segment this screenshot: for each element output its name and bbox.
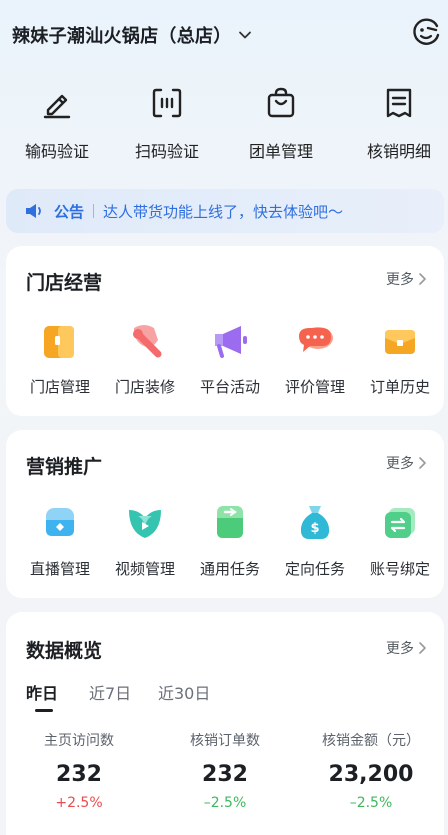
live-icon xyxy=(46,508,74,536)
chevron-right-icon xyxy=(419,273,426,285)
store-selector[interactable]: 辣妹子潮汕火锅店（总店） xyxy=(12,22,252,48)
money-bag-icon: $ xyxy=(300,506,330,539)
stat-label: 核销订单数 xyxy=(190,733,260,749)
notice-message[interactable]: 达人带货功能上线了，快去体验吧～ xyxy=(103,201,343,222)
tab-7-days[interactable]: 近7日 xyxy=(89,680,131,704)
quick-action-label: 核销明细 xyxy=(366,142,431,161)
quick-action-label: 扫码验证 xyxy=(134,142,199,161)
grid-item-label: 账号绑定 xyxy=(369,560,430,578)
svg-text:$: $ xyxy=(310,521,319,536)
comment-icon xyxy=(299,327,333,352)
more-label: 更多 xyxy=(386,272,414,288)
grid-item-review-manage[interactable]: 评价管理 xyxy=(271,320,359,397)
grid-item-label: 门店装修 xyxy=(114,378,175,396)
stat-verified-orders: 核销订单数 232 –2.5% xyxy=(152,730,298,811)
stat-verified-amount: 核销金额（元） 23,200 –2.5% xyxy=(298,730,444,811)
grid-item-label: 订单历史 xyxy=(369,378,430,396)
tab-yesterday[interactable]: 昨日 xyxy=(26,680,58,704)
grid-item-label: 定向任务 xyxy=(284,560,345,578)
quick-action-label: 输码验证 xyxy=(24,142,89,161)
stat-label: 核销金额（元） xyxy=(322,733,420,749)
grid-item-platform-activity[interactable]: 平台活动 xyxy=(186,320,274,397)
marketing-grid: 直播管理 视频管理 通用任务 $ 定向任务 账号绑定 xyxy=(6,502,444,582)
grid-item-store-manage[interactable]: 门店管理 xyxy=(16,320,104,397)
card-title: 门店经营 xyxy=(26,272,103,294)
store-name: 辣妹子潮汕火锅店（总店） xyxy=(12,26,232,47)
grid-item-order-history[interactable]: 订单历史 xyxy=(356,320,444,397)
face-icon[interactable] xyxy=(411,17,441,47)
tab-30-days[interactable]: 近30日 xyxy=(158,680,210,704)
quick-action-verify-detail[interactable]: 核销明细 xyxy=(344,82,448,162)
stat-change: +2.5% xyxy=(55,795,103,811)
chevron-down-icon xyxy=(238,31,251,39)
chevron-right-icon xyxy=(419,642,426,654)
stat-label: 主页访问数 xyxy=(44,733,114,749)
bind-icon xyxy=(385,508,415,538)
grid-item-store-decorate[interactable]: 门店装修 xyxy=(101,320,189,397)
decorate-icon xyxy=(133,325,162,358)
quick-actions: 输码验证 扫码验证 团单管理 核销明细 xyxy=(0,82,448,172)
task-icon xyxy=(217,506,243,538)
marketing-card: 营销推广 更多 直播管理 视频管理 通用任务 $ 定向任务 账号绑定 xyxy=(6,430,444,598)
quick-action-group-manage[interactable]: 团单管理 xyxy=(226,82,336,162)
pencil-icon xyxy=(43,94,71,119)
grid-item-label: 评价管理 xyxy=(284,378,345,396)
stat-value: 232 xyxy=(56,762,102,787)
stat-change: –2.5% xyxy=(349,795,393,811)
video-icon xyxy=(129,510,161,538)
more-label: 更多 xyxy=(386,456,414,472)
grid-item-label: 平台活动 xyxy=(199,378,260,396)
card-title: 数据概览 xyxy=(26,640,103,662)
quick-action-code-verify[interactable]: 输码验证 xyxy=(2,82,112,162)
notice-bar[interactable]: 公告 达人带货功能上线了，快去体验吧～ xyxy=(6,189,444,233)
store-ops-grid: 门店管理 门店装修 平台活动 评价管理 订单历史 xyxy=(6,320,444,400)
data-more-link[interactable]: 更多 xyxy=(386,638,428,658)
stat-value: 232 xyxy=(202,762,248,787)
store-ops-more-link[interactable]: 更多 xyxy=(386,269,428,289)
notice-tag: 公告 xyxy=(54,202,85,221)
data-overview-card: 数据概览 更多 昨日 近7日 近30日 主页访问数 232 +2.5% 核销订单… xyxy=(6,612,444,835)
order-icon xyxy=(385,330,415,354)
stat-value: 23,200 xyxy=(328,762,414,787)
card-title: 营销推广 xyxy=(26,456,103,478)
marketing-more-link[interactable]: 更多 xyxy=(386,453,428,473)
stat-homepage-visits: 主页访问数 232 +2.5% xyxy=(6,730,152,811)
shopping-bag-icon xyxy=(267,87,295,118)
grid-item-label: 视频管理 xyxy=(114,560,175,578)
header: 辣妹子潮汕火锅店（总店） xyxy=(0,0,448,66)
quick-action-scan-verify[interactable]: 扫码验证 xyxy=(112,82,222,162)
grid-item-general-task[interactable]: 通用任务 xyxy=(186,502,274,579)
grid-item-label: 门店管理 xyxy=(29,378,90,396)
chevron-right-icon xyxy=(419,457,426,469)
grid-item-video-manage[interactable]: 视频管理 xyxy=(101,502,189,579)
active-tab-indicator xyxy=(35,709,53,712)
speaker-icon xyxy=(26,204,41,218)
stat-change: –2.5% xyxy=(203,795,247,811)
grid-item-live-manage[interactable]: 直播管理 xyxy=(16,502,104,579)
scan-icon xyxy=(152,88,182,118)
notice-divider xyxy=(93,204,95,218)
receipt-icon xyxy=(386,88,412,118)
grid-item-targeted-task[interactable]: $ 定向任务 xyxy=(271,502,359,579)
grid-item-label: 通用任务 xyxy=(199,560,260,578)
more-label: 更多 xyxy=(386,641,414,657)
store-ops-card: 门店经营 更多 门店管理 门店装修 平台活动 评价管理 订单历史 xyxy=(6,246,444,416)
store-icon xyxy=(44,326,74,358)
grid-item-label: 直播管理 xyxy=(29,560,90,578)
megaphone-icon xyxy=(215,326,247,358)
quick-action-label: 团单管理 xyxy=(248,142,313,161)
grid-item-account-binding[interactable]: 账号绑定 xyxy=(356,502,444,579)
